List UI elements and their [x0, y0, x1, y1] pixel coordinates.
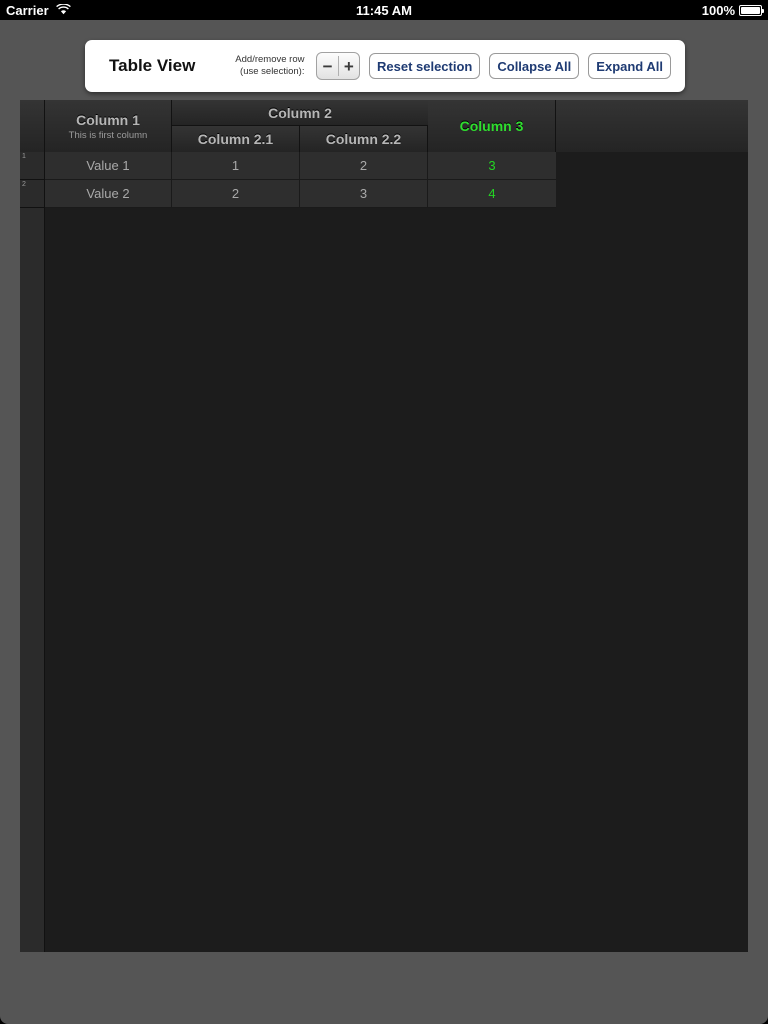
cell-column-1[interactable]: Value 2 [45, 180, 172, 208]
table-row[interactable]: 1 Value 1 1 2 3 [20, 152, 748, 180]
table-empty-body [45, 152, 748, 952]
header-column-1[interactable]: Column 1 This is first column [45, 100, 172, 152]
row-number: 1 [20, 152, 45, 180]
cell-column-3[interactable]: 4 [428, 180, 556, 208]
stepper-plus-button[interactable]: + [339, 53, 359, 79]
stepper-label-line2: (use selection): [240, 66, 305, 77]
table-header: Column 1 This is first column Column 2 C… [20, 100, 748, 152]
cell-column-3[interactable]: 3 [428, 152, 556, 180]
cell-column-2-2[interactable]: 3 [300, 180, 428, 208]
header-corner-cell [20, 100, 45, 152]
cell-column-2-1[interactable]: 2 [172, 180, 300, 208]
collapse-all-button[interactable]: Collapse All [489, 53, 580, 79]
header-column-2-2[interactable]: Column 2.2 [300, 126, 428, 152]
header-column-2-group[interactable]: Column 2 Column 2.1 Column 2.2 [172, 100, 428, 152]
row-number-gutter [20, 100, 45, 952]
row-stepper[interactable]: − + [316, 52, 360, 80]
stepper-label-line1: Add/remove row [235, 54, 305, 65]
stepper-minus-button[interactable]: − [317, 53, 337, 79]
cell-column-2-1[interactable]: 1 [172, 152, 300, 180]
header-filler-cell [556, 100, 748, 152]
page-title: Table View [109, 56, 196, 75]
header-column-3[interactable]: Column 3 [428, 100, 556, 152]
table-view[interactable]: Column 1 This is first column Column 2 C… [20, 100, 748, 952]
row-number: 2 [20, 180, 45, 208]
header-column-2-1[interactable]: Column 2.1 [172, 126, 300, 152]
cell-column-2-2[interactable]: 2 [300, 152, 428, 180]
app-screen: Carrier 11:45 AM 100% Table View Add/rem… [0, 0, 768, 1024]
battery-percent-label: 100% [701, 2, 735, 18]
status-bar: Carrier 11:45 AM 100% [0, 0, 768, 20]
toolbar-panel: Table View Add/remove row (use selection… [85, 40, 685, 92]
header-column-1-subtitle: This is first column [68, 129, 148, 141]
reset-selection-button[interactable]: Reset selection [368, 53, 481, 79]
expand-all-button[interactable]: Expand All [588, 53, 671, 79]
header-column-1-title: Column 1 [76, 111, 140, 128]
table-row[interactable]: 2 Value 2 2 3 4 [20, 180, 748, 208]
cell-column-1[interactable]: Value 1 [45, 152, 172, 180]
stepper-label: Add/remove row (use selection): [235, 54, 304, 78]
status-bar-time: 11:45 AM [356, 2, 412, 18]
battery-full-icon [739, 4, 764, 16]
header-column-2-title: Column 2 [172, 100, 428, 126]
status-bar-right: 100% [701, 2, 764, 18]
